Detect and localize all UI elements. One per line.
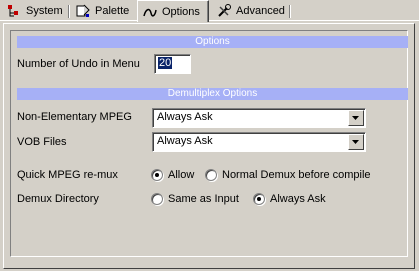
tab-strip: System Palette Options Advanced [0,0,419,22]
vob-files-label: VOB Files [17,136,67,148]
tab-separator [68,5,69,18]
radio-circle[interactable] [151,169,163,181]
tab-options[interactable]: Options [137,0,209,22]
tab-strip-edge [0,20,419,21]
remux-normal-radio[interactable]: Normal Demux before compile [205,169,371,181]
undo-count-value: 20 [158,57,173,69]
tab-advanced[interactable]: Advanced [212,2,289,20]
tab-advanced-label: Advanced [236,5,285,17]
undo-count-input[interactable]: 20 [154,54,191,74]
non-elementary-mpeg-label: Non-Elementary MPEG [17,111,132,123]
chevron-down-icon [352,139,359,144]
remux-allow-radio[interactable]: Allow [151,169,194,181]
options-panel: Options Number of Undo in Menu 20 Demult… [3,23,415,269]
demux-directory-label: Demux Directory [17,193,99,205]
remux-allow-label: Allow [168,169,195,181]
remux-normal-label: Normal Demux before compile [222,169,371,181]
chevron-down-icon [352,115,359,120]
tab-system[interactable]: System [2,2,67,20]
tab-system-label: System [26,5,63,17]
dir-same-as-input-label: Same as Input [168,193,239,205]
demux-section-header: Demultiplex Options [17,88,408,100]
tab-palette[interactable]: Palette [71,2,133,20]
tab-separator [289,5,290,18]
undo-count-label: Number of Undo in Menu [17,58,140,70]
radio-circle[interactable] [205,169,217,181]
dropdown-button[interactable] [348,110,364,126]
dir-same-as-input-radio[interactable]: Same as Input [151,193,239,205]
tab-options-label: Options [162,5,200,18]
non-elementary-mpeg-value: Always Ask [157,111,213,123]
tab-palette-label: Palette [95,5,130,17]
dir-always-ask-radio[interactable]: Always Ask [253,193,326,205]
dir-always-ask-label: Always Ask [270,193,326,205]
options-group: Options Number of Undo in Menu 20 Demult… [10,30,408,257]
vob-files-value: Always Ask [157,135,213,147]
advanced-tools-icon [216,3,232,19]
radio-circle[interactable] [253,193,265,205]
options-section-header: Options [17,36,408,48]
system-tree-icon [6,3,22,19]
vob-files-select[interactable]: Always Ask [152,132,366,152]
palette-paint-icon [75,3,91,19]
radio-circle[interactable] [151,193,163,205]
quick-remux-label: Quick MPEG re-mux [17,169,118,181]
dropdown-button[interactable] [348,134,364,150]
non-elementary-mpeg-select[interactable]: Always Ask [152,108,366,128]
options-curve-icon [142,4,158,20]
